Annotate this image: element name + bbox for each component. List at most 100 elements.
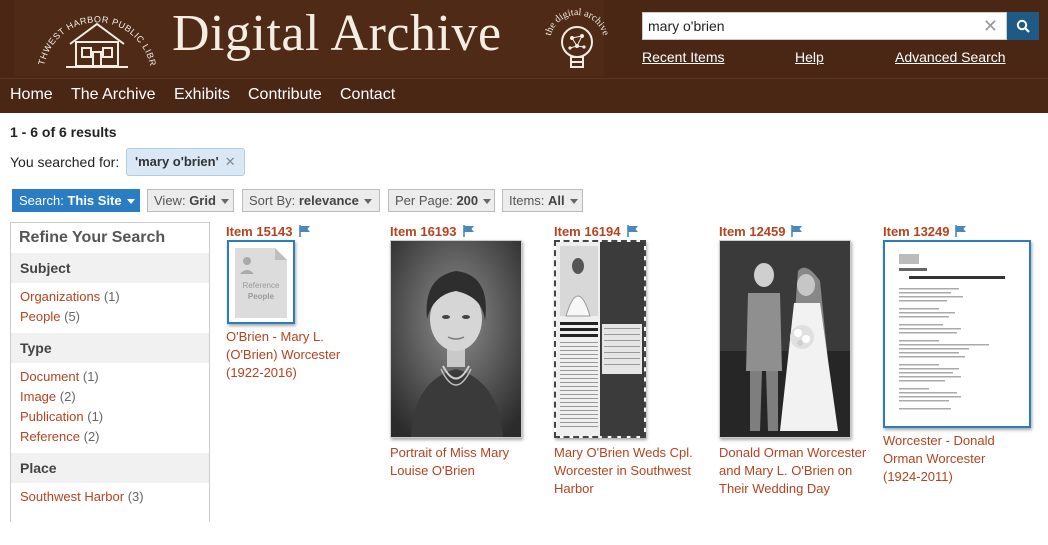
search-button[interactable] (1007, 12, 1039, 40)
items-label: Items: (509, 193, 545, 208)
facet-heading-type: Type (11, 333, 209, 363)
search-icon (1016, 19, 1030, 33)
facet-publication[interactable]: Publication (1) (20, 409, 103, 424)
item-thumbnail-16193[interactable] (390, 240, 522, 438)
facet-organizations[interactable]: Organizations (1) (20, 289, 120, 304)
facet-label: Publication (20, 409, 84, 424)
chevron-down-icon (126, 199, 135, 205)
facet-count: (5) (64, 309, 80, 324)
caption-line: (O'Brien) Worcester (226, 347, 341, 362)
per-page-value: 200 (456, 193, 479, 208)
caption-line: (1922-2016) (226, 365, 297, 380)
sort-label: Sort By: (249, 193, 296, 208)
item-id-15143[interactable]: Item 15143 (226, 224, 293, 239)
caption-line: and Mary L. O'Brien on (719, 463, 853, 478)
lightbulb-logo: the digital archive (543, 7, 611, 68)
results-count: 1 - 6 of 6 results (10, 124, 117, 140)
item-thumbnail-12459[interactable] (719, 240, 851, 438)
view-dropdown[interactable]: View: Grid (147, 189, 234, 212)
biography-document (885, 242, 1029, 426)
caption-line: Their Wedding Day (719, 481, 831, 496)
clear-search-icon[interactable]: ✕ (983, 16, 998, 36)
view-value: Grid (189, 193, 216, 208)
facet-label: Document (20, 369, 80, 384)
flag-icon[interactable] (954, 224, 968, 238)
recent-items-link[interactable]: Recent Items (642, 49, 724, 65)
facet-count: (2) (59, 389, 76, 404)
facet-count: (3) (127, 489, 144, 504)
item-caption-16194[interactable]: Mary O'Brien Weds Cpl. Worcester in Sout… (554, 444, 704, 498)
refine-sidebar: Refine Your Search Subject Organizations… (10, 222, 210, 522)
item-id-13249[interactable]: Item 13249 (883, 224, 950, 239)
nav-the-archive[interactable]: The Archive (71, 86, 155, 104)
advanced-search-link[interactable]: Advanced Search (895, 49, 1006, 65)
facet-count: (1) (103, 289, 120, 304)
sort-dropdown[interactable]: Sort By: relevance (242, 189, 380, 212)
facet-southwest-harbor[interactable]: Southwest Harbor (3) (20, 489, 144, 504)
portrait-photo (391, 241, 521, 437)
flag-icon[interactable] (298, 224, 312, 238)
library-seal-logo: SOUTHWEST HARBOR PUBLIC LIBRARY (30, 4, 158, 68)
facet-label: Southwest Harbor (20, 489, 125, 504)
nav-exhibits[interactable]: Exhibits (174, 86, 230, 104)
item-caption-15143[interactable]: O'Brien - Mary L. (O'Brien) Worcester (1… (226, 328, 376, 382)
site-header: SOUTHWEST HARBOR PUBLIC LIBRARY Digital … (0, 0, 1048, 78)
item-id-16194[interactable]: Item 16194 (554, 224, 621, 239)
caption-line: O'Brien - Mary L. (226, 329, 324, 344)
chevron-down-icon (363, 199, 372, 205)
caption-line: Worcester in Southwest (554, 463, 692, 478)
search-box: ✕ (642, 12, 1007, 40)
facet-heading-subject: Subject (11, 253, 209, 283)
flag-icon[interactable] (462, 224, 476, 238)
item-thumbnail-13249[interactable] (883, 240, 1031, 428)
item-caption-13249[interactable]: Worcester - Donald Orman Worcester (1924… (883, 432, 1033, 486)
wedding-photo (720, 241, 850, 437)
help-link[interactable]: Help (795, 49, 824, 65)
archive-banner[interactable]: SOUTHWEST HARBOR PUBLIC LIBRARY Digital … (14, 0, 611, 76)
caption-line: Orman Worcester (883, 451, 986, 466)
item-caption-12459[interactable]: Donald Orman Worcester and Mary L. O'Bri… (719, 444, 879, 498)
items-value: All (548, 193, 565, 208)
per-page-dropdown[interactable]: Per Page: 200 (388, 189, 495, 212)
searched-for-label: You searched for: (10, 154, 120, 170)
item-id-12459[interactable]: Item 12459 (719, 224, 786, 239)
item-thumbnail-16194[interactable] (554, 240, 646, 438)
search-scope-label: Search: (19, 193, 64, 208)
item-id-16193[interactable]: Item 16193 (390, 224, 457, 239)
facet-label: People (20, 309, 61, 324)
svg-text:People: People (248, 292, 275, 301)
caption-line: Harbor (554, 481, 594, 496)
caption-line: (1924-2011) (883, 469, 953, 484)
search-scope-dropdown[interactable]: Search: This Site (12, 189, 140, 212)
main-nav: Home The Archive Exhibits Contribute Con… (0, 78, 1048, 113)
item-caption-16193[interactable]: Portrait of Miss Mary Louise O'Brien (390, 444, 540, 480)
nav-contribute[interactable]: Contribute (248, 86, 322, 104)
facet-people[interactable]: People (5) (20, 309, 80, 324)
nav-home[interactable]: Home (10, 86, 53, 104)
facet-label: Reference (20, 429, 80, 444)
remove-term-icon[interactable]: ✕ (225, 154, 236, 169)
chevron-down-icon (483, 199, 492, 205)
svg-text:the digital archive: the digital archive (543, 7, 611, 37)
search-scope-value: This Site (67, 193, 122, 208)
svg-text:SOUTHWEST HARBOR PUBLIC LIBRAR: SOUTHWEST HARBOR PUBLIC LIBRARY (30, 4, 158, 67)
flag-icon[interactable] (790, 224, 804, 238)
caption-line: Portrait of Miss Mary (390, 445, 510, 460)
chevron-down-icon (569, 199, 578, 205)
item-thumbnail-15143[interactable]: Reference People (227, 240, 295, 324)
facet-label: Organizations (20, 289, 101, 304)
search-input[interactable] (643, 13, 979, 39)
facet-image[interactable]: Image (2) (20, 389, 76, 404)
reference-document-icon: Reference People (235, 248, 287, 318)
sort-value: relevance (298, 193, 359, 208)
caption-line: Worcester - Donald (883, 433, 995, 448)
facet-count: (2) (83, 429, 100, 444)
search-term-pill[interactable]: 'mary o'brien' ✕ (126, 148, 245, 176)
facet-document[interactable]: Document (1) (20, 369, 99, 384)
flag-icon[interactable] (626, 224, 640, 238)
facet-reference[interactable]: Reference (2) (20, 429, 100, 444)
nav-contact[interactable]: Contact (340, 86, 395, 104)
facet-count: (1) (87, 409, 104, 424)
facet-heading-place: Place (11, 453, 209, 483)
items-dropdown[interactable]: Items: All (502, 189, 583, 212)
